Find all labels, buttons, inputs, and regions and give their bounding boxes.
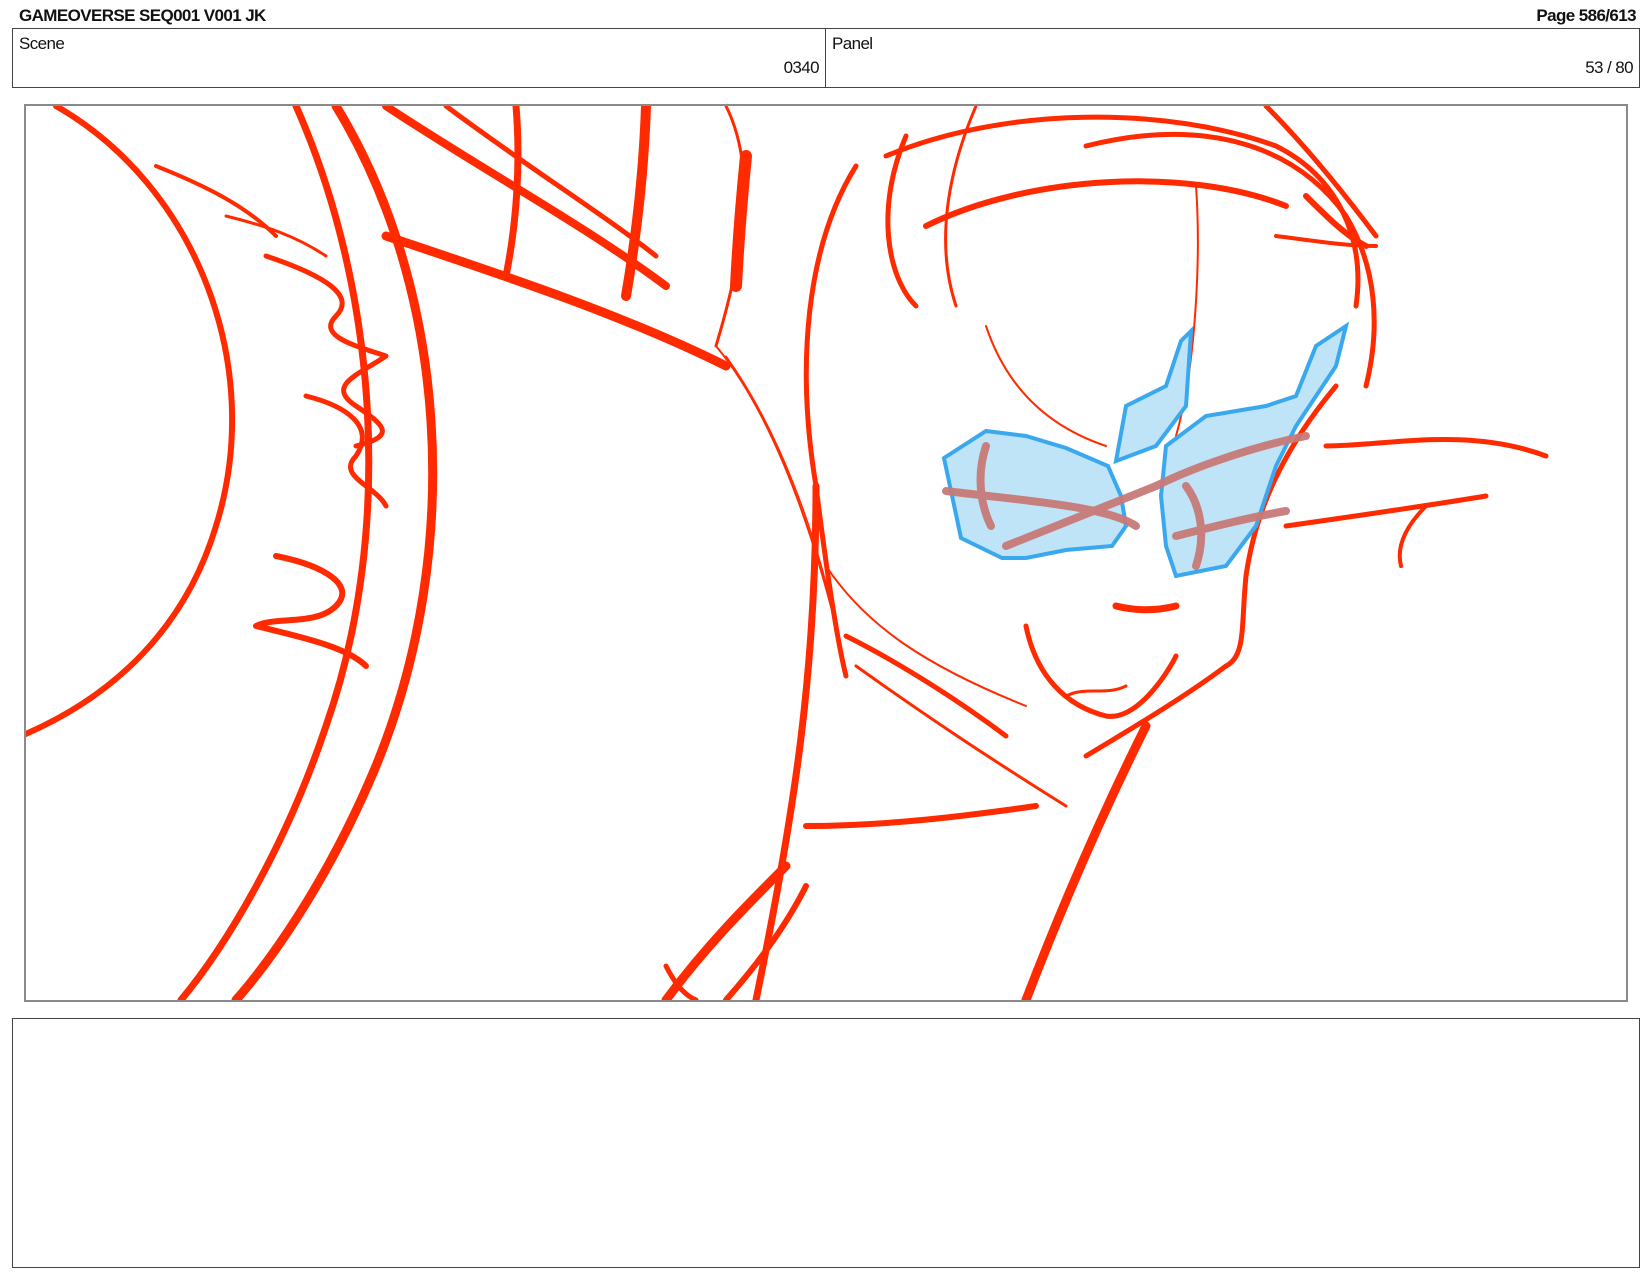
sketch-face-line [843, 633, 1009, 739]
sketch-ear-line [1323, 436, 1549, 459]
sunglasses [941, 321, 1350, 579]
sketch-face-line [825, 565, 1027, 707]
sketch-hair-strand [885, 133, 919, 309]
panel-number: 53 / 80 [1585, 58, 1633, 77]
sketch-face-line [854, 664, 1068, 808]
sketch-hair-strand [1263, 106, 1379, 239]
scene-cell: Scene 0340 [13, 29, 826, 87]
scene-label: Scene [19, 34, 65, 53]
sketch-jaw-line [1083, 663, 1229, 759]
panel-cell: Panel 53 / 80 [826, 29, 1639, 87]
sketch-ear-line [1397, 504, 1428, 568]
sketch-mouth [1112, 602, 1180, 614]
sketch-head-outline [923, 178, 1289, 229]
sketch-left-arc [26, 106, 236, 738]
sketch-hair-strand [382, 106, 670, 290]
sketch-shoulder-line [381, 231, 731, 371]
panel-sketch-drawing [26, 106, 1549, 1000]
storyboard-panel-frame [24, 104, 1628, 1002]
page-number: Page 586/613 [1536, 6, 1636, 25]
sketch-chin [1023, 623, 1179, 719]
sketch-scribble [303, 393, 389, 509]
info-table: Scene 0340 Panel 53 / 80 [12, 28, 1640, 88]
panel-notes-box [12, 1018, 1640, 1268]
sketch-collar-line [803, 803, 1039, 829]
sketch-ear-line [1283, 493, 1489, 529]
sketch-lip [1064, 684, 1128, 698]
sketch-thin-line [725, 355, 842, 647]
sketch-hair-strand [502, 106, 522, 280]
panel-label: Panel [832, 34, 873, 53]
scene-number: 0340 [783, 58, 820, 77]
storyboard-title: GAMEOVERSE SEQ001 V001 JK [19, 6, 266, 25]
sketch-hair-strand [443, 106, 659, 259]
sketch-scribble [263, 253, 389, 449]
sketch-neck-line [1021, 721, 1151, 1000]
sketch-hair-strand [985, 325, 1107, 447]
